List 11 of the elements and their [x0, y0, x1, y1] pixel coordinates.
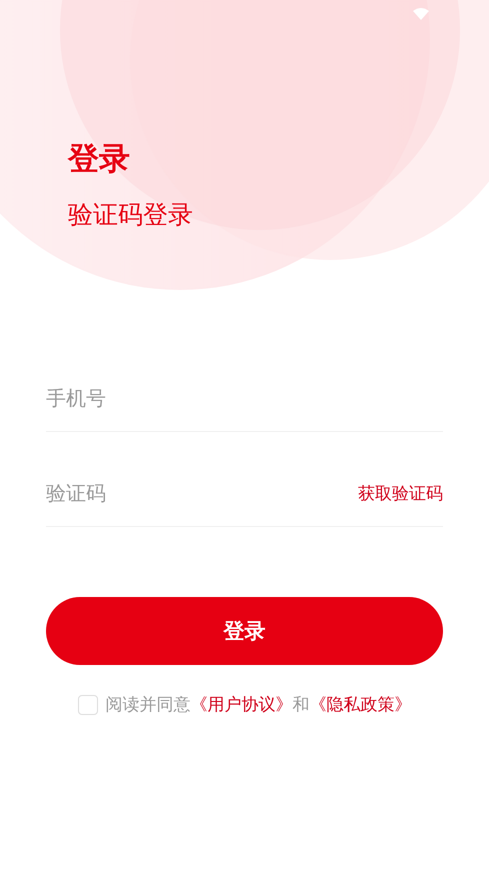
agreement-text: 阅读并同意《用户协议》和《隐私政策》 — [106, 694, 412, 716]
page-subtitle: 验证码登录 — [68, 199, 194, 231]
login-button[interactable]: 登录 — [46, 597, 443, 665]
get-code-button[interactable]: 获取验证码 — [358, 482, 443, 504]
page-title: 登录 — [68, 140, 131, 179]
code-field[interactable]: 验证码 — [46, 481, 358, 505]
agreement-link[interactable]: 《隐私政策》 — [310, 695, 412, 715]
agreement-link[interactable]: 《用户协议》 — [190, 695, 292, 715]
wifi-icon — [413, 8, 429, 20]
phone-field[interactable]: 手机号 — [46, 386, 443, 410]
agreement-checkbox[interactable] — [78, 694, 98, 714]
